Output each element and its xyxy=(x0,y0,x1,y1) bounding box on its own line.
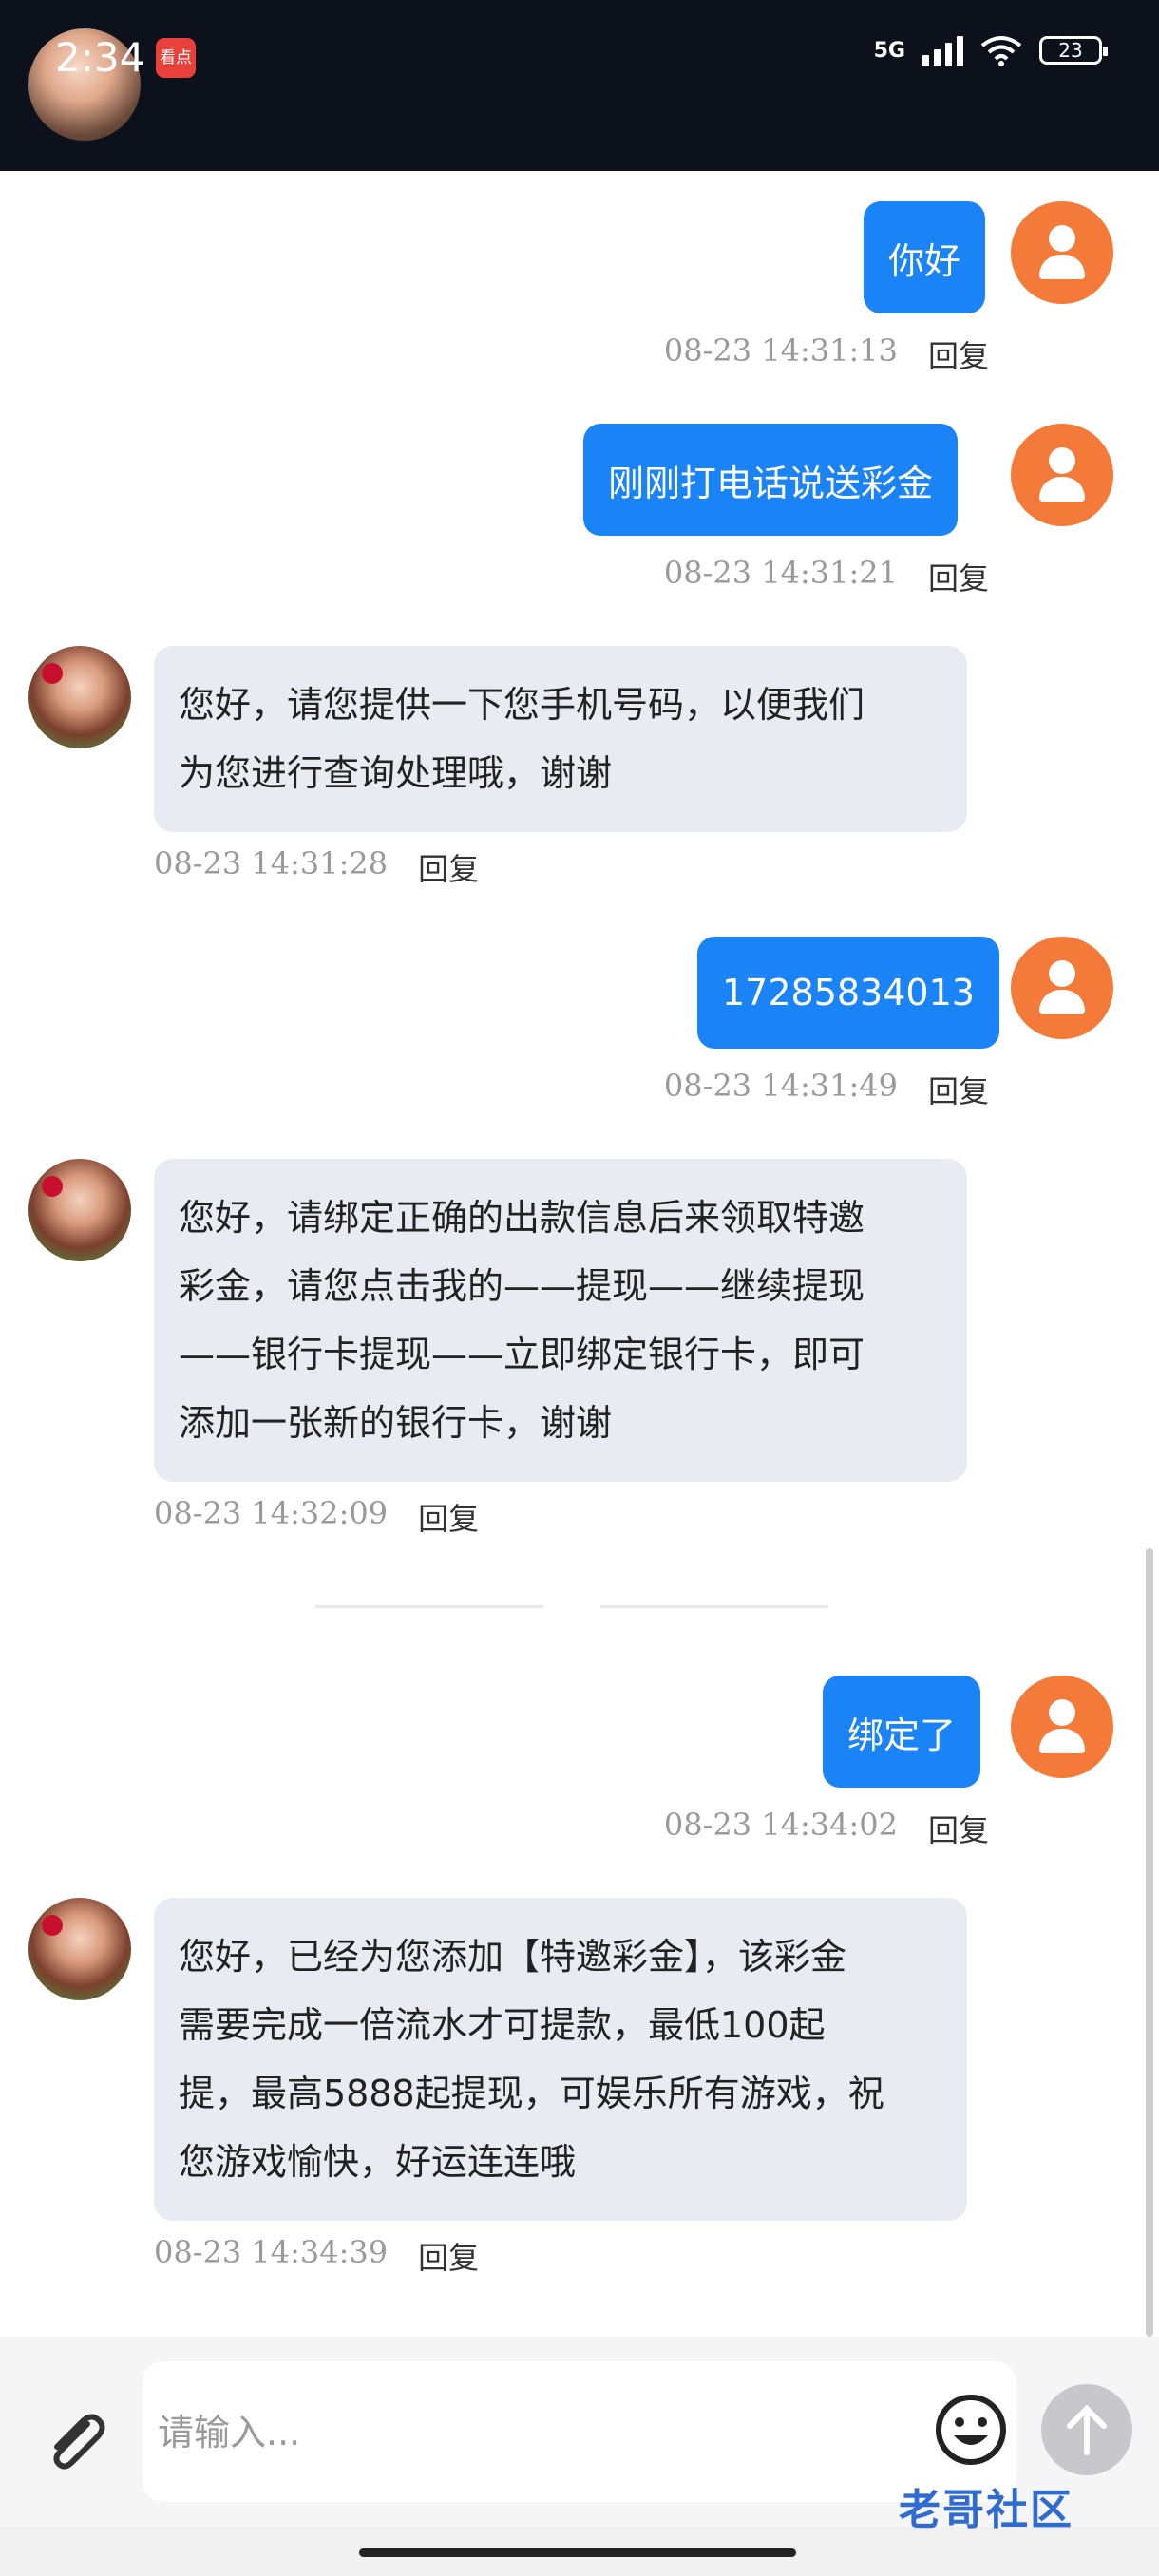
reply-button[interactable]: 回复 xyxy=(928,1068,989,1111)
user-avatar-icon xyxy=(1011,424,1113,526)
message-line: 您好，已经为您添加【特邀彩金】，该彩金 xyxy=(179,1936,847,1978)
reply-button[interactable]: 回复 xyxy=(928,332,989,376)
message-line: 添加一张新的银行卡，谢谢 xyxy=(179,1402,613,1444)
message-text: 刚刚打电话说送彩金 xyxy=(608,462,934,504)
watermark: 老哥社区 xyxy=(899,2486,1074,2534)
agent-message-bubble: 您好，请您提供一下您手机号码，以便我们 为您进行查询处理哦，谢谢 xyxy=(154,646,967,832)
attachment-icon[interactable] xyxy=(38,2403,114,2479)
message-time: 08-23 14:31:49 xyxy=(663,1068,898,1104)
message-meta: 08-23 14:31:13 回复 xyxy=(664,332,989,376)
message-time: 08-23 14:31:13 xyxy=(663,332,898,369)
message-line: 您好，请绑定正确的出款信息后来领取特邀 xyxy=(179,1197,865,1239)
reply-button[interactable]: 回复 xyxy=(418,845,479,889)
message-meta: 08-23 14:31:49 回复 xyxy=(664,1068,989,1111)
reply-button[interactable]: 回复 xyxy=(928,1807,989,1850)
battery-icon: 23 xyxy=(1039,36,1108,65)
agent-avatar xyxy=(28,646,131,748)
user-message-bubble: 17285834013 xyxy=(697,937,999,1049)
message-time: 08-23 14:31:21 xyxy=(663,555,898,591)
agent-message-bubble: 您好，请绑定正确的出款信息后来领取特邀 彩金，请您点击我的——提现——继续提现 … xyxy=(154,1159,967,1482)
message-line: 需要完成一倍流水才可提款，最低100起 xyxy=(179,2004,826,2046)
message-text: 绑定了 xyxy=(847,1714,957,1756)
message-line: 您好，请您提供一下您手机号码，以便我们 xyxy=(179,684,865,726)
wifi-icon xyxy=(980,36,1022,66)
agent-avatar xyxy=(28,1898,131,2000)
arrow-up-icon xyxy=(1067,2404,1107,2455)
divider-right xyxy=(600,1605,828,1608)
reply-button[interactable]: 回复 xyxy=(418,1495,479,1539)
status-icons: 5G 23 xyxy=(873,34,1108,66)
divider-left xyxy=(315,1605,543,1608)
message-line: 为您进行查询处理哦，谢谢 xyxy=(179,752,613,794)
message-time: 08-23 14:31:28 xyxy=(154,845,389,881)
user-avatar-icon xyxy=(1011,937,1113,1039)
send-button[interactable] xyxy=(1041,2384,1132,2475)
input-placeholder: 请输入... xyxy=(158,2412,301,2453)
message-meta: 08-23 14:32:09 回复 xyxy=(154,1495,479,1539)
message-text: 17285834013 xyxy=(722,972,975,1013)
reply-button[interactable]: 回复 xyxy=(418,2234,479,2278)
scrollbar[interactable] xyxy=(1146,1548,1153,2337)
user-avatar-icon xyxy=(1011,201,1113,304)
message-time: 08-23 14:34:39 xyxy=(154,2234,389,2270)
message-line: 您游戏愉快，好运连连哦 xyxy=(179,2141,577,2183)
message-time: 08-23 14:34:02 xyxy=(663,1807,898,1843)
message-text: 你好 xyxy=(888,239,961,282)
user-message-bubble: 刚刚打电话说送彩金 xyxy=(583,424,959,536)
network-type: 5G xyxy=(873,38,905,63)
message-line: 彩金，请您点击我的——提现——继续提现 xyxy=(179,1265,865,1307)
status-bar: 2:34 看点 5G 23 xyxy=(0,0,1159,171)
message-meta: 08-23 14:31:28 回复 xyxy=(154,845,479,889)
message-line: 提，最高5888起提现，可娱乐所有游戏，祝 xyxy=(179,2073,884,2114)
home-indicator[interactable] xyxy=(359,2548,796,2557)
agent-message-bubble: 您好，已经为您添加【特邀彩金】，该彩金 需要完成一倍流水才可提款，最低100起 … xyxy=(154,1898,967,2221)
user-avatar-icon xyxy=(1011,1676,1113,1778)
status-time: 2:34 xyxy=(55,34,145,81)
message-meta: 08-23 14:31:21 回复 xyxy=(664,555,989,598)
reply-button[interactable]: 回复 xyxy=(928,555,989,598)
signal-icon xyxy=(922,34,963,66)
message-time: 08-23 14:32:09 xyxy=(154,1495,389,1531)
message-meta: 08-23 14:34:39 回复 xyxy=(154,2234,479,2278)
user-message-bubble: 你好 xyxy=(864,201,986,313)
message-meta: 08-23 14:34:02 回复 xyxy=(664,1807,989,1850)
user-message-bubble: 绑定了 xyxy=(823,1676,981,1788)
message-line: ——银行卡提现——立即绑定银行卡，即可 xyxy=(179,1334,865,1375)
emoji-icon[interactable] xyxy=(933,2392,1009,2468)
app-badge-icon: 看点 xyxy=(156,38,196,78)
agent-avatar xyxy=(28,1159,131,1261)
battery-level: 23 xyxy=(1058,39,1083,62)
